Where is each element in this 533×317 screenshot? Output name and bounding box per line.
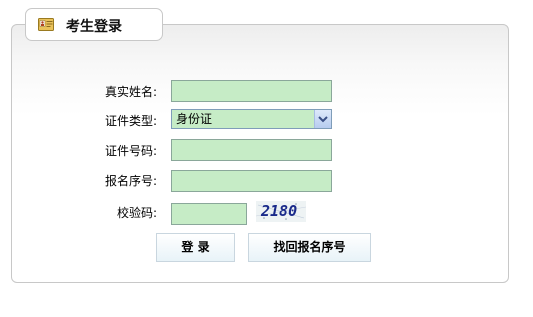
captcha-input[interactable] <box>171 203 247 225</box>
real-name-label: 真实姓名: <box>104 85 157 99</box>
dropdown-arrow-icon[interactable] <box>314 110 331 128</box>
login-header-tab: 考生登录 <box>25 8 163 41</box>
registration-number-input[interactable] <box>171 170 332 192</box>
captcha-code: 2180 <box>261 202 298 220</box>
id-type-selected-value: 身份证 <box>176 112 213 126</box>
id-type-label: 证件类型: <box>104 114 157 128</box>
registration-number-label: 报名序号: <box>104 174 157 188</box>
id-number-input[interactable] <box>171 139 332 161</box>
id-type-select[interactable]: 身份证 <box>171 109 332 129</box>
id-card-icon <box>38 18 54 31</box>
id-number-label: 证件号码: <box>104 144 157 158</box>
real-name-input[interactable] <box>171 80 332 102</box>
retrieve-registration-number-button[interactable]: 找回报名序号 <box>248 233 371 262</box>
captcha-label: 校验码: <box>116 206 157 220</box>
login-button[interactable]: 登 录 <box>156 233 235 262</box>
captcha-image[interactable]: 2180 <box>256 201 306 222</box>
page-title: 考生登录 <box>66 19 122 35</box>
